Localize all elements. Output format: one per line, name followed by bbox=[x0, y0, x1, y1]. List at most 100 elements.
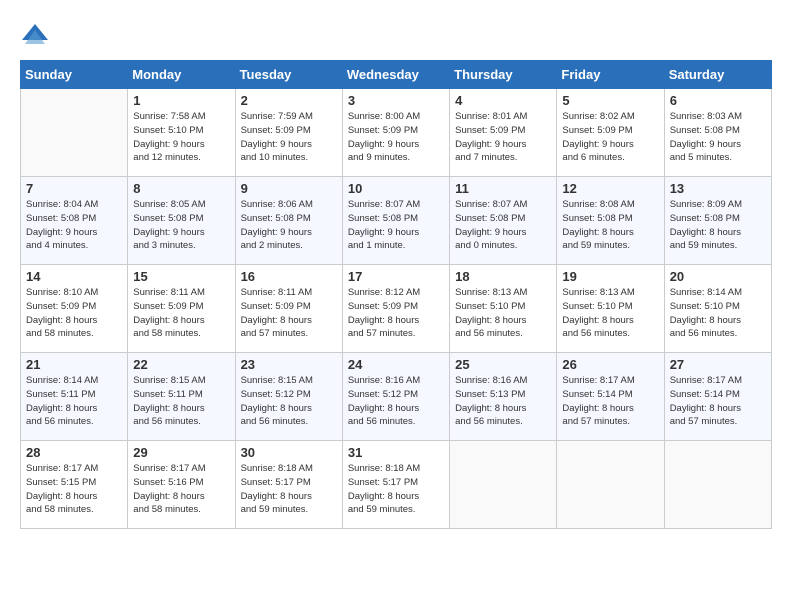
day-number: 24 bbox=[348, 357, 444, 372]
day-number: 20 bbox=[670, 269, 766, 284]
calendar-cell: 5Sunrise: 8:02 AM Sunset: 5:09 PM Daylig… bbox=[557, 89, 664, 177]
calendar-cell: 26 Sunrise: 8:17 AM Sunset: 5:14 PM Dayli… bbox=[557, 353, 664, 441]
day-info: Sunrise: 8:13 AM Sunset: 5:10 PM Dayligh… bbox=[455, 286, 551, 341]
calendar-cell: 7 Sunrise: 8:04 AM Sunset: 5:08 PM Daylig… bbox=[21, 177, 128, 265]
day-number: 27 bbox=[670, 357, 766, 372]
calendar-cell: 29 Sunrise: 8:17 AM Sunset: 5:16 PM Dayli… bbox=[128, 441, 235, 529]
calendar-cell: 2 Sunrise: 7:59 AM Sunset: 5:09 PM Daylig… bbox=[235, 89, 342, 177]
day-number: 13 bbox=[670, 181, 766, 196]
calendar-cell: 13 Sunrise: 8:09 AM Sunset: 5:08 PM Dayli… bbox=[664, 177, 771, 265]
calendar-cell: 16 Sunrise: 8:11 AM Sunset: 5:09 PM Dayli… bbox=[235, 265, 342, 353]
calendar-cell: 1Sunrise: 7:58 AM Sunset: 5:10 PM Daylig… bbox=[128, 89, 235, 177]
day-number: 23 bbox=[241, 357, 337, 372]
day-info: Sunrise: 8:18 AM Sunset: 5:17 PM Dayligh… bbox=[241, 462, 337, 517]
day-info: Sunrise: 8:18 AM Sunset: 5:17 PM Dayligh… bbox=[348, 462, 444, 517]
day-number: 30 bbox=[241, 445, 337, 460]
column-header-friday: Friday bbox=[557, 61, 664, 89]
calendar-cell: 22 Sunrise: 8:15 AM Sunset: 5:11 PM Dayli… bbox=[128, 353, 235, 441]
calendar-table: SundayMondayTuesdayWednesdayThursdayFrid… bbox=[20, 60, 772, 529]
week-row-4: 21 Sunrise: 8:14 AM Sunset: 5:11 PM Dayli… bbox=[21, 353, 772, 441]
day-info: Sunrise: 8:17 AM Sunset: 5:14 PM Dayligh… bbox=[562, 374, 658, 429]
day-number: 25 bbox=[455, 357, 551, 372]
calendar-cell: 15 Sunrise: 8:11 AM Sunset: 5:09 PM Dayli… bbox=[128, 265, 235, 353]
column-header-wednesday: Wednesday bbox=[342, 61, 449, 89]
calendar-cell: 31 Sunrise: 8:18 AM Sunset: 5:17 PM Dayli… bbox=[342, 441, 449, 529]
day-info: Sunrise: 8:07 AM Sunset: 5:08 PM Dayligh… bbox=[455, 198, 551, 253]
day-number: 16 bbox=[241, 269, 337, 284]
calendar-cell: 23 Sunrise: 8:15 AM Sunset: 5:12 PM Dayli… bbox=[235, 353, 342, 441]
calendar-cell: 9 Sunrise: 8:06 AM Sunset: 5:08 PM Daylig… bbox=[235, 177, 342, 265]
day-number: 7 bbox=[26, 181, 122, 196]
day-info: Sunrise: 8:08 AM Sunset: 5:08 PM Dayligh… bbox=[562, 198, 658, 253]
week-row-1: 1Sunrise: 7:58 AM Sunset: 5:10 PM Daylig… bbox=[21, 89, 772, 177]
day-info: Sunrise: 8:12 AM Sunset: 5:09 PM Dayligh… bbox=[348, 286, 444, 341]
calendar-cell bbox=[450, 441, 557, 529]
day-number: 26 bbox=[562, 357, 658, 372]
day-info: Sunrise: 8:06 AM Sunset: 5:08 PM Dayligh… bbox=[241, 198, 337, 253]
day-info: Sunrise: 8:09 AM Sunset: 5:08 PM Dayligh… bbox=[670, 198, 766, 253]
day-number: 29 bbox=[133, 445, 229, 460]
day-number: 3 bbox=[348, 93, 444, 108]
calendar-cell: 3 Sunrise: 8:00 AM Sunset: 5:09 PM Daylig… bbox=[342, 89, 449, 177]
day-info: Sunrise: 8:14 AM Sunset: 5:10 PM Dayligh… bbox=[670, 286, 766, 341]
day-info: Sunrise: 8:14 AM Sunset: 5:11 PM Dayligh… bbox=[26, 374, 122, 429]
day-number: 2 bbox=[241, 93, 337, 108]
calendar-cell: 30 Sunrise: 8:18 AM Sunset: 5:17 PM Dayli… bbox=[235, 441, 342, 529]
day-info: Sunrise: 8:15 AM Sunset: 5:11 PM Dayligh… bbox=[133, 374, 229, 429]
column-header-sunday: Sunday bbox=[21, 61, 128, 89]
day-info: Sunrise: 8:15 AM Sunset: 5:12 PM Dayligh… bbox=[241, 374, 337, 429]
calendar-cell: 8Sunrise: 8:05 AM Sunset: 5:08 PM Daylig… bbox=[128, 177, 235, 265]
day-number: 4 bbox=[455, 93, 551, 108]
calendar-cell bbox=[557, 441, 664, 529]
day-info: Sunrise: 8:10 AM Sunset: 5:09 PM Dayligh… bbox=[26, 286, 122, 341]
calendar-cell: 21 Sunrise: 8:14 AM Sunset: 5:11 PM Dayli… bbox=[21, 353, 128, 441]
column-header-tuesday: Tuesday bbox=[235, 61, 342, 89]
week-row-2: 7 Sunrise: 8:04 AM Sunset: 5:08 PM Daylig… bbox=[21, 177, 772, 265]
day-number: 22 bbox=[133, 357, 229, 372]
column-header-monday: Monday bbox=[128, 61, 235, 89]
day-number: 12 bbox=[562, 181, 658, 196]
day-info: Sunrise: 8:13 AM Sunset: 5:10 PM Dayligh… bbox=[562, 286, 658, 341]
calendar-cell: 25Sunrise: 8:16 AM Sunset: 5:13 PM Dayli… bbox=[450, 353, 557, 441]
day-info: Sunrise: 8:11 AM Sunset: 5:09 PM Dayligh… bbox=[241, 286, 337, 341]
calendar-cell: 28Sunrise: 8:17 AM Sunset: 5:15 PM Dayli… bbox=[21, 441, 128, 529]
calendar-cell: 4 Sunrise: 8:01 AM Sunset: 5:09 PM Daylig… bbox=[450, 89, 557, 177]
day-number: 31 bbox=[348, 445, 444, 460]
day-number: 6 bbox=[670, 93, 766, 108]
calendar-cell: 11Sunrise: 8:07 AM Sunset: 5:08 PM Dayli… bbox=[450, 177, 557, 265]
page-header bbox=[20, 20, 772, 50]
day-number: 19 bbox=[562, 269, 658, 284]
day-info: Sunrise: 8:04 AM Sunset: 5:08 PM Dayligh… bbox=[26, 198, 122, 253]
day-number: 18 bbox=[455, 269, 551, 284]
day-number: 21 bbox=[26, 357, 122, 372]
calendar-cell: 19 Sunrise: 8:13 AM Sunset: 5:10 PM Dayli… bbox=[557, 265, 664, 353]
calendar-cell: 20 Sunrise: 8:14 AM Sunset: 5:10 PM Dayli… bbox=[664, 265, 771, 353]
header-row: SundayMondayTuesdayWednesdayThursdayFrid… bbox=[21, 61, 772, 89]
logo-icon bbox=[20, 20, 50, 50]
day-info: Sunrise: 8:02 AM Sunset: 5:09 PM Dayligh… bbox=[562, 110, 658, 165]
day-info: Sunrise: 8:17 AM Sunset: 5:16 PM Dayligh… bbox=[133, 462, 229, 517]
day-info: Sunrise: 7:58 AM Sunset: 5:10 PM Dayligh… bbox=[133, 110, 229, 165]
day-number: 28 bbox=[26, 445, 122, 460]
week-row-3: 14 Sunrise: 8:10 AM Sunset: 5:09 PM Dayli… bbox=[21, 265, 772, 353]
day-info: Sunrise: 7:59 AM Sunset: 5:09 PM Dayligh… bbox=[241, 110, 337, 165]
calendar-cell: 6 Sunrise: 8:03 AM Sunset: 5:08 PM Daylig… bbox=[664, 89, 771, 177]
day-number: 8 bbox=[133, 181, 229, 196]
day-number: 15 bbox=[133, 269, 229, 284]
calendar-cell: 24 Sunrise: 8:16 AM Sunset: 5:12 PM Dayli… bbox=[342, 353, 449, 441]
calendar-cell: 27 Sunrise: 8:17 AM Sunset: 5:14 PM Dayli… bbox=[664, 353, 771, 441]
calendar-cell: 18 Sunrise: 8:13 AM Sunset: 5:10 PM Dayli… bbox=[450, 265, 557, 353]
day-info: Sunrise: 8:11 AM Sunset: 5:09 PM Dayligh… bbox=[133, 286, 229, 341]
day-info: Sunrise: 8:16 AM Sunset: 5:12 PM Dayligh… bbox=[348, 374, 444, 429]
day-info: Sunrise: 8:01 AM Sunset: 5:09 PM Dayligh… bbox=[455, 110, 551, 165]
day-info: Sunrise: 8:03 AM Sunset: 5:08 PM Dayligh… bbox=[670, 110, 766, 165]
day-number: 14 bbox=[26, 269, 122, 284]
day-info: Sunrise: 8:17 AM Sunset: 5:14 PM Dayligh… bbox=[670, 374, 766, 429]
day-number: 9 bbox=[241, 181, 337, 196]
calendar-cell bbox=[664, 441, 771, 529]
day-info: Sunrise: 8:00 AM Sunset: 5:09 PM Dayligh… bbox=[348, 110, 444, 165]
calendar-cell: 10Sunrise: 8:07 AM Sunset: 5:08 PM Dayli… bbox=[342, 177, 449, 265]
day-info: Sunrise: 8:07 AM Sunset: 5:08 PM Dayligh… bbox=[348, 198, 444, 253]
calendar-cell bbox=[21, 89, 128, 177]
calendar-cell: 12 Sunrise: 8:08 AM Sunset: 5:08 PM Dayli… bbox=[557, 177, 664, 265]
